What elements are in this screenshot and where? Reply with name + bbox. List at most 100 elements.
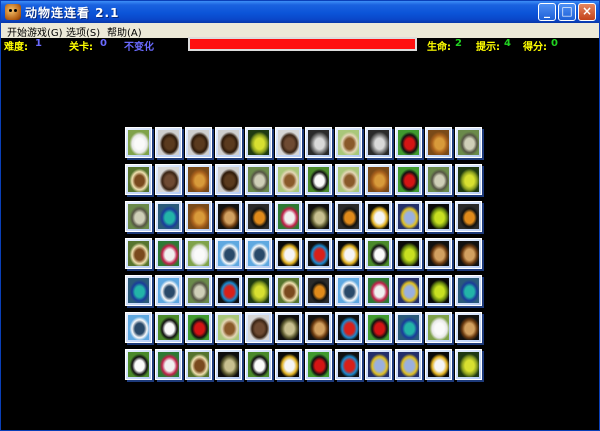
tile-lion[interactable] — [185, 201, 212, 232]
tile-cobra[interactable] — [215, 201, 242, 232]
tile-eagle[interactable] — [335, 238, 362, 269]
tile-cat[interactable] — [455, 127, 482, 158]
tile-tiger[interactable] — [455, 201, 482, 232]
tile-ladybug[interactable] — [365, 312, 392, 343]
tile-parrot[interactable] — [215, 275, 242, 306]
tile-bird[interactable] — [245, 275, 272, 306]
ladybug-icon — [368, 315, 389, 340]
tile-ladybug[interactable] — [395, 164, 422, 195]
tile-lion[interactable] — [425, 127, 452, 158]
tile-eagle[interactable] — [275, 238, 302, 269]
tile-gazelle[interactable] — [215, 312, 242, 343]
tile-horse[interactable] — [185, 349, 212, 380]
tile-dragonfly[interactable] — [395, 275, 422, 306]
tiger-icon — [308, 278, 329, 303]
tile-heron[interactable] — [155, 275, 182, 306]
tile-gazelle[interactable] — [335, 127, 362, 158]
tile-bird[interactable] — [455, 349, 482, 380]
tile-cobra[interactable] — [305, 312, 332, 343]
tile-ladybug[interactable] — [305, 349, 332, 380]
tile-dragonfly[interactable] — [365, 349, 392, 380]
tile-heron[interactable] — [245, 238, 272, 269]
tile-eagle[interactable] — [365, 201, 392, 232]
tile-zebra[interactable] — [155, 349, 182, 380]
tile-tiger[interactable] — [305, 275, 332, 306]
tile-grasshopper[interactable] — [395, 238, 422, 269]
tile-grasshopper[interactable] — [425, 275, 452, 306]
tile-peacock[interactable] — [155, 201, 182, 232]
menu-start-game[interactable]: 开始游戏(G) — [7, 24, 63, 39]
tile-dragonfly[interactable] — [395, 201, 422, 232]
gazelle-icon — [338, 167, 359, 192]
panda-icon — [248, 352, 269, 377]
tile-parrot[interactable] — [335, 349, 362, 380]
tile-gazelle[interactable] — [335, 164, 362, 195]
dragonfly-icon — [398, 204, 419, 229]
tile-lion[interactable] — [365, 164, 392, 195]
tile-cobra[interactable] — [425, 238, 452, 269]
tile-cat[interactable] — [125, 201, 152, 232]
tile-lion[interactable] — [185, 164, 212, 195]
tile-grasshopper[interactable] — [425, 201, 452, 232]
menu-help[interactable]: 帮助(A) — [107, 24, 142, 39]
tile-cobra[interactable] — [455, 312, 482, 343]
tile-lizard[interactable] — [305, 201, 332, 232]
tile-rabbit[interactable] — [185, 238, 212, 269]
tile-bird[interactable] — [245, 127, 272, 158]
tile-parrot[interactable] — [305, 238, 332, 269]
tile-heron[interactable] — [125, 312, 152, 343]
tile-panda[interactable] — [125, 349, 152, 380]
tile-squirrel[interactable] — [155, 164, 182, 195]
tile-panda[interactable] — [155, 312, 182, 343]
tile-lizard[interactable] — [215, 349, 242, 380]
tile-squirrel[interactable] — [275, 127, 302, 158]
tile-deer[interactable] — [215, 127, 242, 158]
tile-rabbit[interactable] — [425, 312, 452, 343]
tile-ladybug[interactable] — [185, 312, 212, 343]
tile-wolf[interactable] — [305, 127, 332, 158]
maximize-button[interactable]: □ — [558, 3, 576, 21]
tile-panda[interactable] — [305, 164, 332, 195]
tile-panda[interactable] — [365, 238, 392, 269]
tile-rabbit[interactable] — [125, 127, 152, 158]
tile-cat[interactable] — [425, 164, 452, 195]
title-bar[interactable]: 动物连连看 2.1 _ □ × — [1, 1, 599, 23]
eagle-icon — [368, 204, 389, 229]
tile-bird[interactable] — [455, 164, 482, 195]
tile-horse[interactable] — [125, 164, 152, 195]
tile-squirrel[interactable] — [245, 312, 272, 343]
tile-ladybug[interactable] — [395, 127, 422, 158]
menu-options[interactable]: 选项(S) — [66, 24, 100, 39]
tile-deer[interactable] — [155, 127, 182, 158]
tile-zebra[interactable] — [155, 238, 182, 269]
close-button[interactable]: × — [578, 3, 596, 21]
tile-eagle[interactable] — [425, 349, 452, 380]
tile-panda[interactable] — [245, 349, 272, 380]
tile-deer[interactable] — [185, 127, 212, 158]
ladybug-icon — [188, 315, 209, 340]
tile-cat[interactable] — [185, 275, 212, 306]
minimize-button[interactable]: _ — [538, 3, 556, 21]
tile-peacock[interactable] — [455, 275, 482, 306]
tile-cat[interactable] — [245, 164, 272, 195]
cobra-icon — [428, 241, 449, 266]
tile-parrot[interactable] — [335, 312, 362, 343]
tile-heron[interactable] — [215, 238, 242, 269]
tile-dragonfly[interactable] — [395, 349, 422, 380]
tile-horse[interactable] — [125, 238, 152, 269]
tile-deer[interactable] — [215, 164, 242, 195]
tile-wolf[interactable] — [365, 127, 392, 158]
tile-tiger[interactable] — [245, 201, 272, 232]
tile-gazelle[interactable] — [275, 164, 302, 195]
zebra-icon — [278, 204, 299, 229]
tile-heron[interactable] — [335, 275, 362, 306]
tile-zebra[interactable] — [365, 275, 392, 306]
tile-lizard[interactable] — [275, 312, 302, 343]
tile-zebra[interactable] — [275, 201, 302, 232]
tile-peacock[interactable] — [395, 312, 422, 343]
tile-eagle[interactable] — [275, 349, 302, 380]
tile-horse[interactable] — [275, 275, 302, 306]
tile-peacock[interactable] — [125, 275, 152, 306]
tile-cobra[interactable] — [455, 238, 482, 269]
tile-tiger[interactable] — [335, 201, 362, 232]
